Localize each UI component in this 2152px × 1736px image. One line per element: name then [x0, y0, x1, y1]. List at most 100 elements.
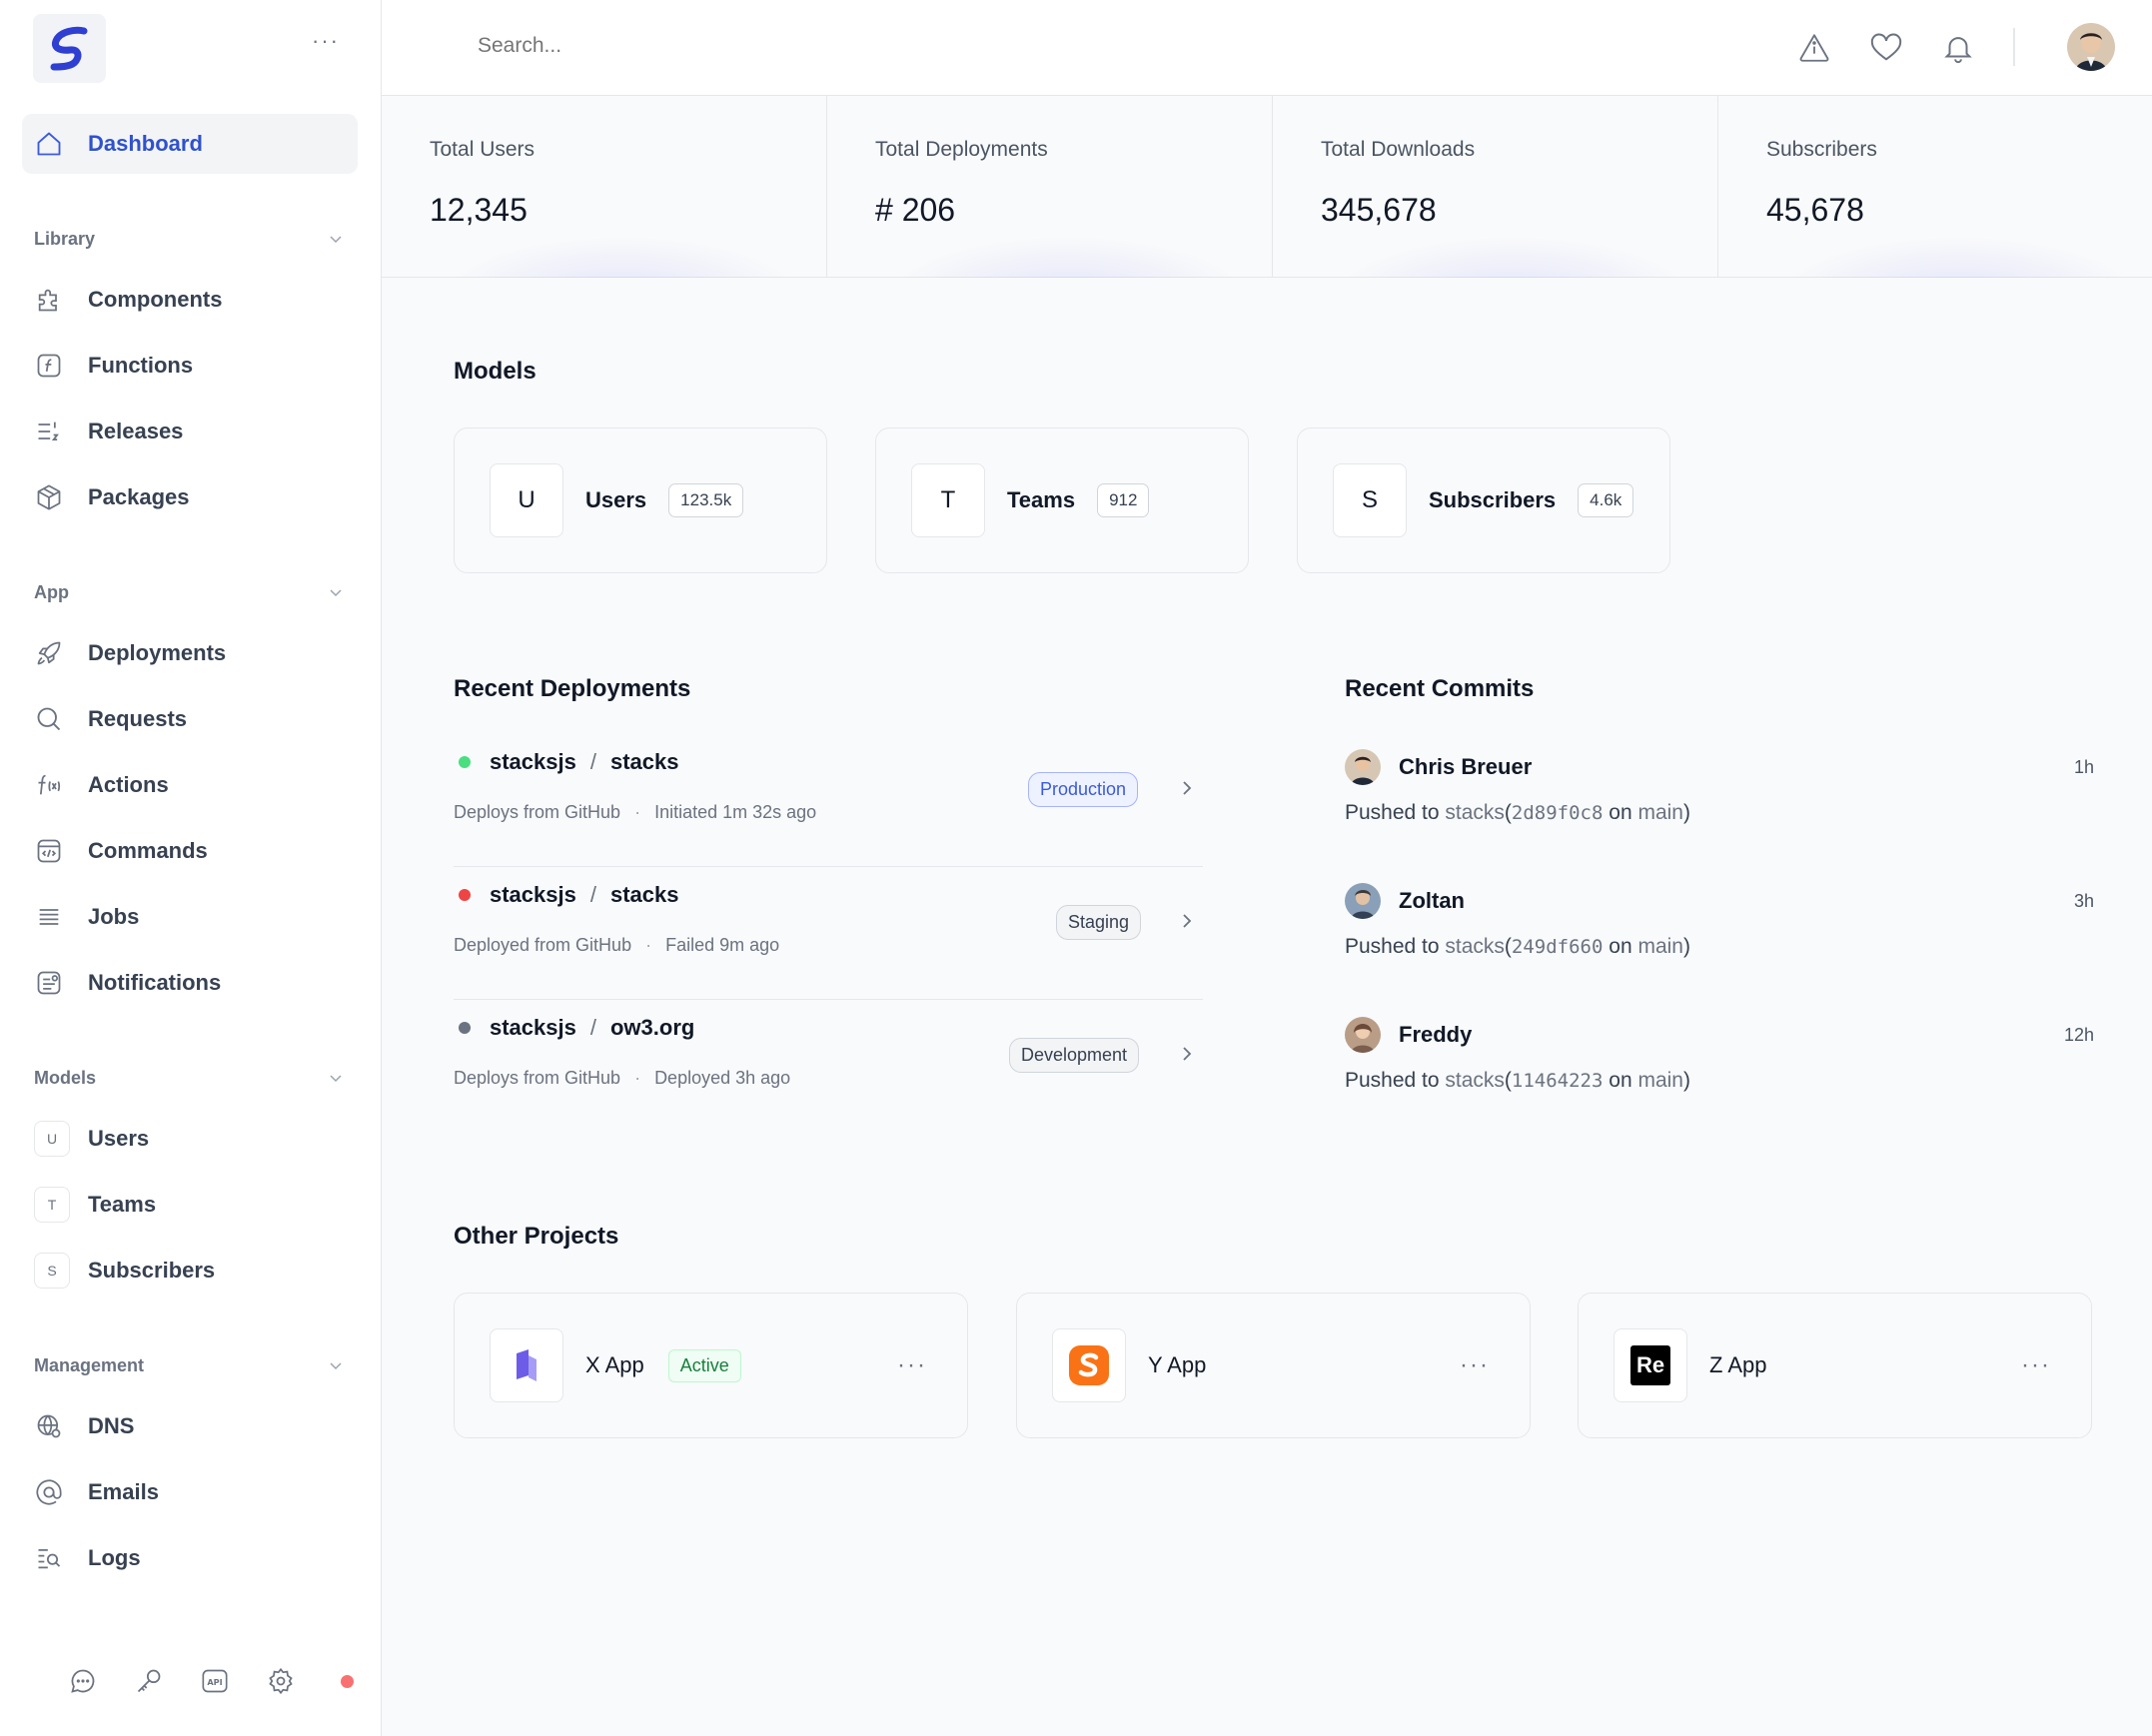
sidebar-item-label: Users	[88, 1126, 150, 1151]
more-options-icon[interactable]: ···	[897, 1351, 927, 1379]
sidebar-item-notifications[interactable]: Notifications	[22, 953, 358, 1013]
avatar-image	[2067, 23, 2115, 71]
sidebar-item-components[interactable]: Components	[22, 270, 358, 330]
api-icon[interactable]: API	[182, 1663, 248, 1699]
deployment-row[interactable]: stacksjs / stacks Deployed from GitHub ·…	[454, 867, 1203, 1000]
model-card-users[interactable]: U Users 123.5k	[454, 428, 827, 573]
commit-time: 3h	[2073, 891, 2094, 911]
project-name: Z App	[1709, 1352, 1767, 1377]
commit-prefix: Pushed to	[1345, 801, 1446, 824]
model-letter: S	[1333, 463, 1407, 537]
chevron-right-icon[interactable]	[1177, 911, 1197, 936]
info-icon[interactable]	[1796, 30, 1832, 66]
function-icon	[34, 351, 64, 381]
user-avatar[interactable]	[2067, 23, 2115, 71]
sidebar-item-functions[interactable]: Functions	[22, 336, 358, 396]
package-icon	[34, 482, 64, 512]
stat-label: Subscribers	[1766, 138, 1877, 161]
queue-icon	[34, 902, 64, 932]
home-icon	[34, 129, 64, 159]
commit-author[interactable]: Chris Breuer	[1399, 754, 1532, 780]
commit-hash[interactable]: 11464223	[1512, 1070, 1604, 1092]
sidebar-item-dashboard[interactable]: Dashboard	[22, 114, 358, 174]
project-logo: Re	[1614, 1328, 1687, 1402]
deployment-row[interactable]: stacksjs / ow3.org Deploys from GitHub ·…	[454, 1000, 1203, 1133]
commit-hash[interactable]: 2d89f0c8	[1512, 802, 1604, 824]
section-title: App	[34, 581, 69, 602]
sidebar-item-label: Logs	[88, 1545, 141, 1570]
more-options-icon[interactable]: ···	[2021, 1351, 2051, 1379]
gear-icon[interactable]	[248, 1663, 314, 1699]
sidebar-more-icon[interactable]: ···	[312, 30, 340, 52]
model-count-badge: 912	[1097, 483, 1150, 517]
chevron-right-icon[interactable]	[1177, 1044, 1197, 1069]
model-card-teams[interactable]: T Teams 912	[875, 428, 1249, 573]
model-name: Subscribers	[1429, 487, 1557, 512]
sidebar-item-teams[interactable]: T Teams	[34, 1187, 156, 1223]
stat-glow	[1778, 236, 2138, 278]
section-app[interactable]: App	[34, 577, 344, 607]
sidebar-item-deployments[interactable]: Deployments	[22, 623, 358, 683]
other-projects-heading: Other Projects	[454, 1223, 619, 1250]
commit-item: Freddy 12h Pushed to stacks(11464223 on …	[1345, 1003, 2094, 1137]
sidebar-item-users[interactable]: U Users	[34, 1121, 149, 1157]
commit-repo[interactable]: stacks	[1445, 801, 1505, 824]
commit-time: 12h	[2063, 1025, 2094, 1045]
sidebar-item-label: Functions	[88, 353, 194, 378]
project-status-badge: Active	[667, 1348, 741, 1382]
commit-author[interactable]: Zoltan	[1399, 888, 1465, 914]
separator-dot: ·	[634, 1068, 641, 1088]
log-search-icon	[34, 1543, 64, 1573]
commit-repo[interactable]: stacks	[1445, 935, 1505, 958]
sidebar-item-label: Jobs	[88, 904, 140, 929]
section-library[interactable]: Library	[34, 224, 344, 254]
sidebar-item-logs[interactable]: Logs	[22, 1528, 358, 1588]
separator-dot: ·	[634, 802, 641, 822]
sidebar-item-label: Releases	[88, 419, 184, 443]
chevron-right-icon[interactable]	[1177, 778, 1197, 803]
section-models[interactable]: Models	[34, 1063, 344, 1093]
project-card-y-app[interactable]: Y App ···	[1016, 1293, 1531, 1438]
sidebar-item-requests[interactable]: Requests	[22, 689, 358, 749]
status-dot	[459, 1022, 471, 1034]
sidebar-footer: API	[50, 1663, 380, 1699]
sidebar-item-emails[interactable]: Emails	[22, 1462, 358, 1522]
model-card-subscribers[interactable]: S Subscribers 4.6k	[1297, 428, 1670, 573]
commit-branch[interactable]: main	[1637, 935, 1683, 958]
sidebar-item-label: Dashboard	[88, 131, 203, 156]
search-input[interactable]	[478, 34, 1077, 58]
project-card-x-app[interactable]: X App Active ···	[454, 1293, 968, 1438]
commit-branch[interactable]: main	[1637, 1069, 1683, 1092]
status-indicator[interactable]	[314, 1663, 380, 1699]
deployment-row[interactable]: stacksjs / stacks Deploys from GitHub · …	[454, 734, 1203, 867]
sidebar-item-label: Commands	[88, 838, 208, 863]
sidebar-item-subscribers[interactable]: S Subscribers	[34, 1253, 215, 1289]
chat-icon[interactable]	[50, 1663, 116, 1699]
sidebar-item-actions[interactable]: Actions	[22, 755, 358, 815]
chevron-down-icon	[330, 236, 342, 244]
project-card-z-app[interactable]: Re Z App ···	[1578, 1293, 2092, 1438]
deploy-status: Deployed 3h ago	[654, 1068, 791, 1088]
section-management[interactable]: Management	[34, 1350, 344, 1380]
sidebar-item-dns[interactable]: DNS	[22, 1396, 358, 1456]
commit-author[interactable]: Freddy	[1399, 1022, 1472, 1048]
heart-icon[interactable]	[1868, 30, 1904, 66]
deploy-status: Initiated 1m 32s ago	[654, 802, 817, 822]
list-numbered-icon	[34, 417, 64, 446]
model-count-badge: 4.6k	[1578, 483, 1634, 517]
sidebar-item-packages[interactable]: Packages	[22, 467, 358, 527]
app-logo[interactable]	[33, 14, 106, 83]
commit-prefix: Pushed to	[1345, 1069, 1446, 1092]
commit-hash[interactable]: 249df660	[1512, 936, 1604, 958]
key-icon[interactable]	[116, 1663, 182, 1699]
sidebar-item-commands[interactable]: Commands	[22, 821, 358, 881]
commit-branch[interactable]: main	[1637, 801, 1683, 824]
deploy-status: Failed 9m ago	[665, 935, 780, 955]
sidebar-item-releases[interactable]: Releases	[22, 402, 358, 461]
env-badge: Development	[1009, 1038, 1140, 1073]
more-options-icon[interactable]: ···	[1460, 1351, 1490, 1379]
commit-repo[interactable]: stacks	[1445, 1069, 1505, 1092]
bell-icon[interactable]	[1940, 30, 1976, 66]
sidebar-item-jobs[interactable]: Jobs	[22, 887, 358, 947]
stat-total-users: Total Users 12,345	[382, 96, 827, 278]
